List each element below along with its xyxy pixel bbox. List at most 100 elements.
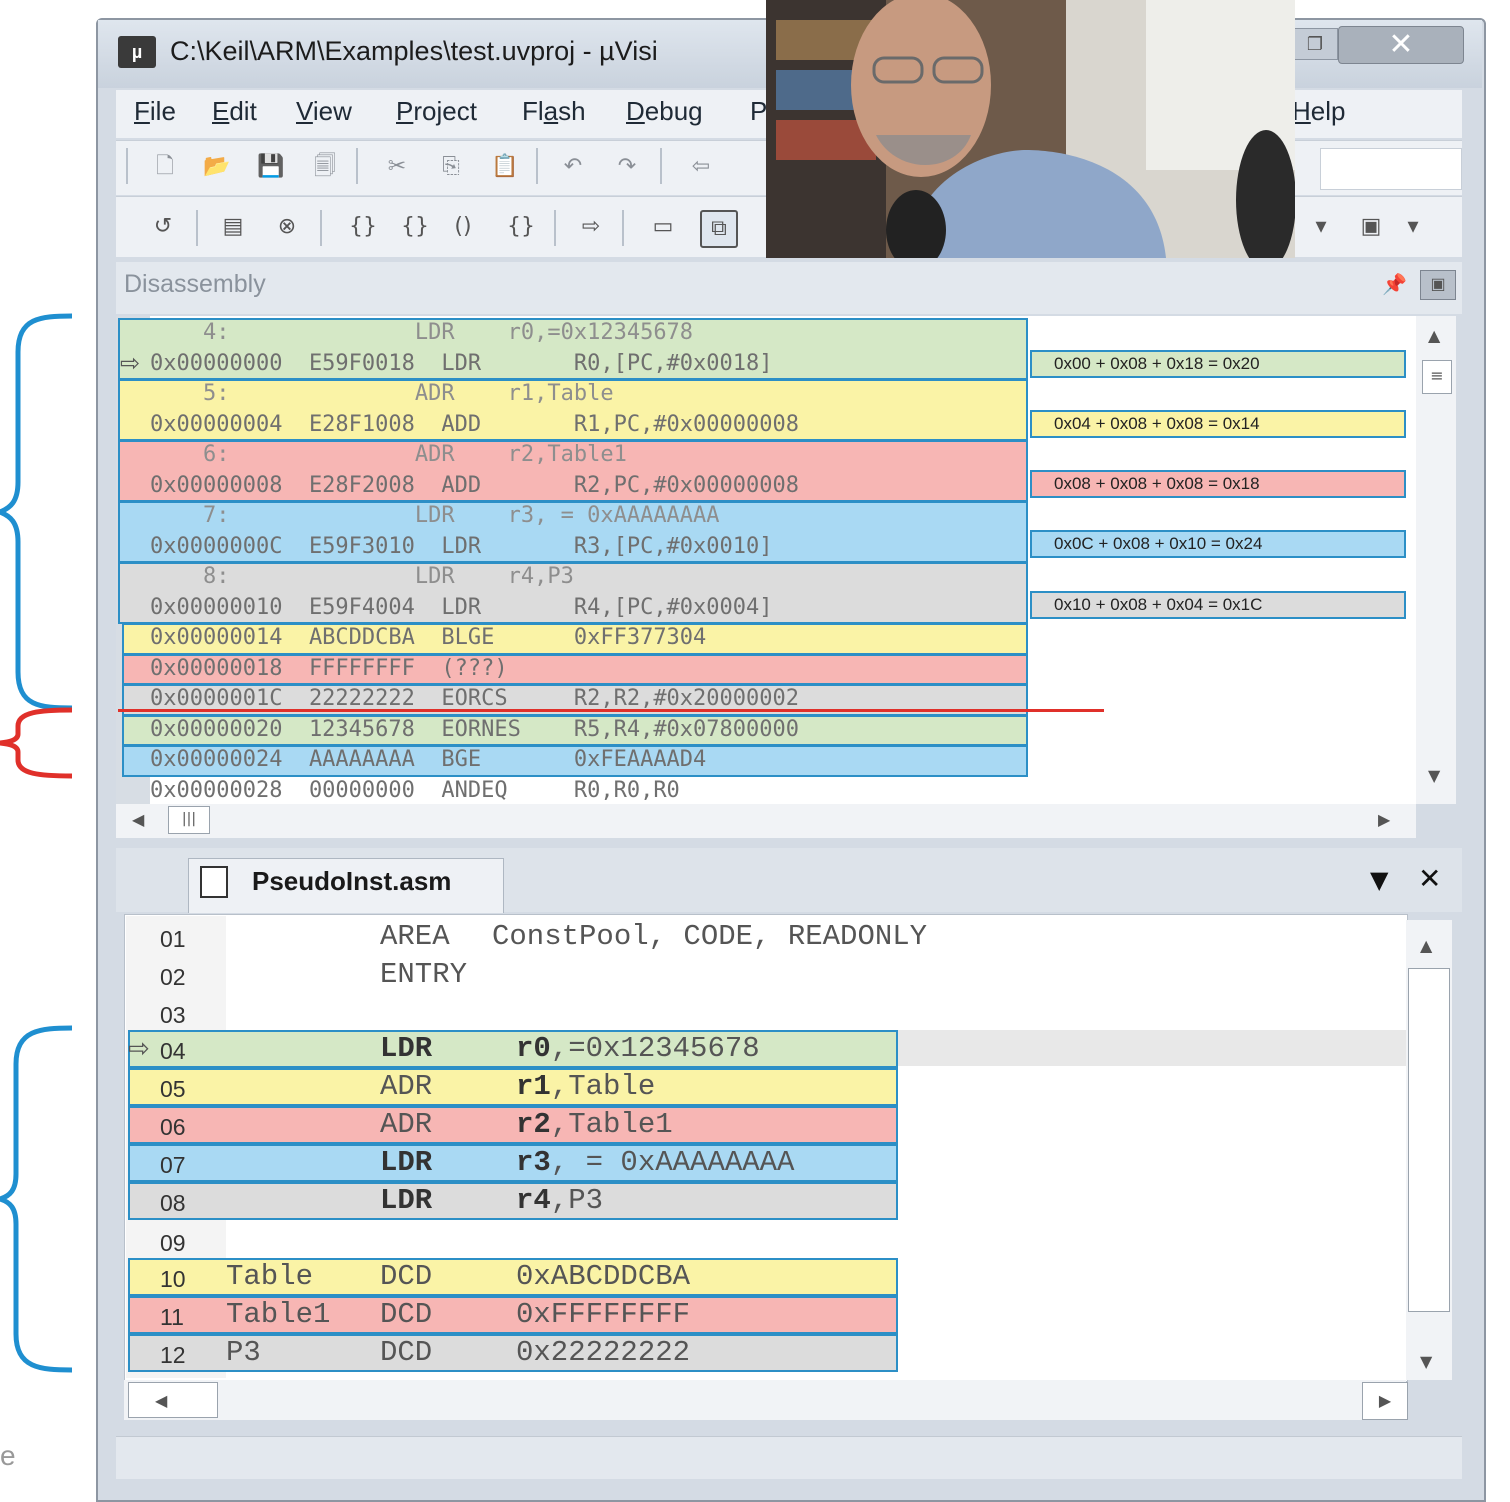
scroll-up-icon[interactable]: ▲ (1420, 936, 1432, 955)
nav-back-icon[interactable]: ⇦ (684, 150, 718, 184)
run-icon[interactable]: ▤ (216, 210, 250, 244)
code-op[interactable]: ADR (380, 1070, 432, 1103)
open-file-icon[interactable]: 📂 (200, 150, 234, 184)
scroll-down-icon[interactable]: ▼ (1420, 1352, 1432, 1371)
cut-icon[interactable]: ✂ (380, 150, 414, 184)
offset-calculation-note: 0x04 + 0x08 + 0x08 = 0x14 (1030, 410, 1406, 438)
dropdown-icon[interactable]: ▾ (1304, 210, 1338, 244)
disassembly-close-button[interactable]: ▣ (1420, 270, 1456, 300)
source-line[interactable]: 6: ADR r2,Table1 (150, 440, 627, 470)
step-into-icon[interactable]: {} (346, 210, 380, 244)
code-args[interactable]: 0xFFFFFFFF (516, 1298, 690, 1331)
copy-icon[interactable]: ⎘ (434, 150, 468, 184)
code-args[interactable]: r0,=0x12345678 (516, 1032, 760, 1065)
scroll-right-icon[interactable]: ▶ (1362, 1382, 1408, 1420)
source-line[interactable]: 8: LDR r4,P3 (150, 562, 574, 592)
source-line[interactable]: 4: LDR r0,=0x12345678 (150, 318, 693, 348)
instruction-line[interactable]: 0x00000024 AAAAAAAA BGE 0xFEAAAAD4 (150, 745, 706, 775)
toolbar-separator (554, 210, 556, 246)
menu-help[interactable]: Help (1292, 96, 1345, 127)
reset-icon[interactable]: ↺ (146, 210, 180, 244)
red-separator-line (118, 709, 1104, 712)
code-label[interactable]: Table (226, 1260, 313, 1293)
restore-icon[interactable]: ❐ (1292, 28, 1338, 60)
tab-dropdown-icon[interactable]: ▼ (1370, 866, 1388, 894)
editor-horizontal-scrollbar[interactable]: ◀ ▶ (124, 1380, 1408, 1420)
code-op[interactable]: DCD (380, 1336, 432, 1369)
instruction-line[interactable]: 0x00000004 E28F1008 ADD R1,PC,#0x0000000… (150, 410, 799, 440)
scroll-left-icon[interactable]: ◀ (132, 810, 144, 829)
stop-icon[interactable]: ⊗ (270, 210, 304, 244)
command-window-icon[interactable]: ▭ (646, 210, 680, 244)
pin-icon[interactable]: 📌 (1382, 272, 1407, 296)
instruction-line[interactable]: 0x00000020 12345678 EORNES R5,R4,#0x0780… (150, 715, 799, 745)
code-label[interactable]: Table1 (226, 1298, 330, 1331)
code-op[interactable]: AREA (380, 920, 450, 953)
line-number: 09 (160, 1230, 186, 1256)
menu-debug[interactable]: Debug (626, 96, 703, 127)
code-args[interactable]: r4,P3 (516, 1184, 603, 1217)
run-to-cursor-icon[interactable]: {} (504, 210, 538, 244)
dropdown-icon[interactable]: ▾ (1396, 210, 1430, 244)
code-op[interactable]: LDR (380, 1146, 432, 1179)
menu-edit[interactable]: Edit (212, 96, 257, 127)
step-out-icon[interactable]: () (446, 210, 480, 244)
hscroll-thumb[interactable]: ||| (168, 806, 210, 834)
close-tab-icon[interactable]: ✕ (1418, 862, 1441, 895)
instruction-line[interactable]: 0x00000028 00000000 ANDEQ R0,R0,R0 (150, 776, 680, 806)
step-over-icon[interactable]: {} (398, 210, 432, 244)
menu-flash[interactable]: Flash (522, 96, 586, 127)
instruction-line[interactable]: 0x00000010 E59F4004 LDR R4,[PC,#0x0004] (150, 593, 773, 623)
source-line[interactable]: 5: ADR r1,Table (150, 379, 614, 409)
code-args[interactable]: 0xABCDDCBA (516, 1260, 690, 1293)
editor-scroll-thumb[interactable] (1408, 968, 1450, 1312)
code-op[interactable]: DCD (380, 1298, 432, 1331)
disassembly-vertical-scrollbar[interactable]: ▲ ≡ ▼ (1416, 316, 1456, 804)
code-args[interactable]: r1,Table (516, 1070, 655, 1103)
instruction-line[interactable]: 0x00000018 FFFFFFFF (???) (150, 654, 508, 684)
instruction-line[interactable]: 0x00000014 ABCDDCBA BLGE 0xFF377304 (150, 623, 706, 653)
code-args[interactable]: r3, = 0xAAAAAAAA (516, 1146, 794, 1179)
show-next-icon[interactable]: ⇨ (574, 210, 608, 244)
menu-p[interactable]: P (750, 96, 767, 127)
code-label[interactable]: P3 (226, 1336, 261, 1369)
disassembly-horizontal-scrollbar[interactable]: ◀ ||| ▶ (116, 804, 1416, 838)
uvision-app-icon: µ (118, 36, 156, 68)
scroll-down-icon[interactable]: ▼ (1428, 766, 1440, 785)
scroll-up-icon[interactable]: ▲ (1428, 326, 1440, 345)
source-line[interactable]: 7: LDR r3, = 0xAAAAAAAA (150, 501, 720, 531)
new-file-icon[interactable]: 🗋 (148, 150, 182, 184)
code-op[interactable]: ADR (380, 1108, 432, 1141)
code-args[interactable]: 0x22222222 (516, 1336, 690, 1369)
code-args[interactable]: r2,Table1 (516, 1108, 673, 1141)
paste-icon[interactable]: 📋 (488, 150, 522, 184)
code-op[interactable]: DCD (380, 1260, 432, 1293)
instruction-line[interactable]: 0x0000000C E59F3010 LDR R3,[PC,#0x0010] (150, 532, 773, 562)
scroll-thumb[interactable]: ≡ (1422, 360, 1452, 394)
toolbar-separator (320, 210, 322, 246)
code-op[interactable]: LDR (380, 1032, 432, 1065)
disassembly-header (116, 262, 1462, 314)
scroll-right-icon[interactable]: ▶ (1378, 810, 1390, 829)
line-number: 03 (160, 1002, 186, 1028)
view-icon[interactable]: ▣ (1354, 210, 1388, 244)
save-icon[interactable]: 💾 (254, 150, 288, 184)
menu-project[interactable]: Project (396, 96, 477, 127)
code-args[interactable]: ConstPool, CODE, READONLY (492, 920, 927, 953)
close-window-button[interactable]: ✕ (1338, 26, 1464, 64)
scroll-left-icon[interactable]: ◀ (128, 1382, 218, 1418)
menu-file[interactable]: File (134, 96, 176, 127)
disassembly-window-icon[interactable]: ⧉ (700, 210, 738, 248)
menu-view[interactable]: View (296, 96, 352, 127)
save-all-icon[interactable]: 🗐 (308, 150, 342, 184)
line-number: 08 (160, 1190, 186, 1216)
current-line-arrow-icon: ⇨ (128, 1034, 150, 1064)
code-op[interactable]: ENTRY (380, 958, 467, 991)
tab-label[interactable]: PseudoInst.asm (252, 866, 451, 897)
instruction-line[interactable]: 0x00000008 E28F2008 ADD R2,PC,#0x0000000… (150, 471, 799, 501)
instruction-line[interactable]: 0x00000000 E59F0018 LDR R0,[PC,#0x0018] (150, 349, 773, 379)
redo-icon[interactable]: ↷ (610, 150, 644, 184)
undo-icon[interactable]: ↶ (556, 150, 590, 184)
toolbar-search-box[interactable] (1320, 148, 1462, 190)
code-op[interactable]: LDR (380, 1184, 432, 1217)
